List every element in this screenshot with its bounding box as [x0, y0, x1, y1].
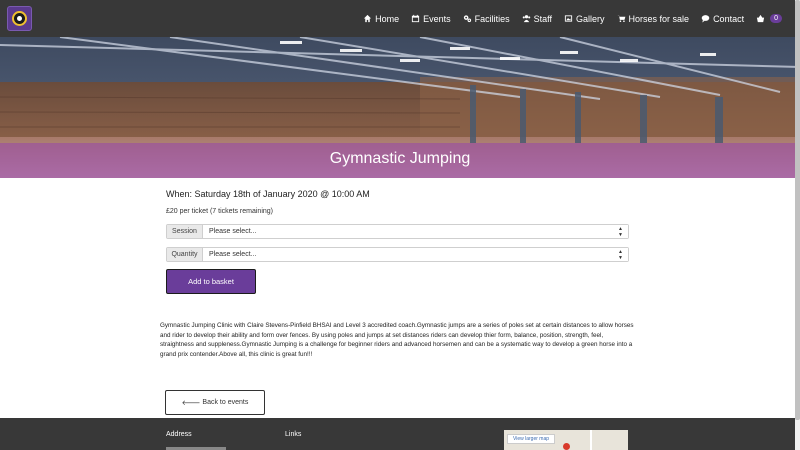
session-label: Session: [167, 225, 203, 238]
quantity-label: Quantity: [167, 248, 203, 261]
main-nav: Home Events Facilities Staff Gallery Hor…: [363, 0, 782, 37]
nav-events-label: Events: [423, 13, 451, 24]
cart-icon: [616, 15, 625, 23]
back-to-events-label: Back to events: [202, 399, 249, 406]
nav-horses-label: Horses for sale: [628, 13, 690, 24]
nav-home-label: Home: [375, 13, 400, 24]
view-larger-map-button[interactable]: View larger map: [507, 434, 555, 444]
scrollbar-thumb[interactable]: [795, 0, 800, 420]
map-pin-icon: [563, 443, 570, 450]
page-title: Gymnastic Jumping: [329, 150, 471, 167]
quantity-select[interactable]: Please select... ▲ ▼: [203, 248, 628, 261]
session-select-value: Please select...: [209, 228, 257, 235]
users-icon: [522, 15, 530, 23]
basket-count-badge: 0: [770, 14, 782, 23]
nav-events[interactable]: Events: [411, 14, 451, 24]
nav-gallery-label: Gallery: [576, 13, 605, 24]
home-icon: [364, 14, 372, 23]
cogs-icon: [463, 15, 471, 23]
image-icon: [564, 15, 573, 22]
select-arrows-icon: ▲ ▼: [618, 248, 623, 261]
nav-facilities-label: Facilities: [474, 13, 510, 24]
nav-gallery[interactable]: Gallery: [564, 14, 605, 24]
nav-staff[interactable]: Staff: [522, 14, 552, 24]
nav-basket[interactable]: 0: [756, 14, 782, 23]
add-to-basket-button[interactable]: Add to basket: [166, 269, 256, 294]
basket-icon: [756, 14, 765, 23]
session-field: Session Please select... ▲ ▼: [166, 224, 629, 239]
back-to-events-button[interactable]: 🡐 Back to events: [165, 390, 265, 415]
event-price: £20 per ticket (7 tickets remaining): [166, 208, 273, 215]
logo-ring: [12, 11, 27, 26]
event-when: When: Saturday 18th of January 2020 @ 10…: [166, 189, 370, 199]
nav-facilities[interactable]: Facilities: [463, 14, 510, 24]
event-description: Gymnastic Jumping Clinic with Claire Ste…: [160, 322, 634, 358]
nav-contact[interactable]: Contact: [701, 14, 744, 24]
site-logo[interactable]: [7, 6, 32, 31]
footer-address-heading: Address: [166, 431, 192, 438]
nav-horses-for-sale[interactable]: Horses for sale: [616, 13, 690, 24]
nav-home[interactable]: Home: [363, 14, 399, 24]
session-select[interactable]: Please select... ▲ ▼: [203, 225, 628, 238]
arrow-left-icon: 🡐: [181, 400, 201, 407]
top-navbar: Home Events Facilities Staff Gallery Hor…: [0, 0, 800, 37]
footer-links-heading: Links: [285, 431, 302, 438]
select-arrows-icon: ▲ ▼: [618, 225, 623, 238]
hero-banner: Gymnastic Jumping: [0, 37, 800, 178]
map-road: [590, 430, 592, 450]
quantity-field: Quantity Please select... ▲ ▼: [166, 247, 629, 262]
nav-staff-label: Staff: [533, 13, 553, 24]
site-footer: Address Links View larger map: [0, 418, 800, 450]
comment-icon: [701, 15, 710, 23]
nav-contact-label: Contact: [713, 13, 745, 24]
calendar-icon: [412, 14, 420, 23]
quantity-select-value: Please select...: [209, 251, 257, 258]
